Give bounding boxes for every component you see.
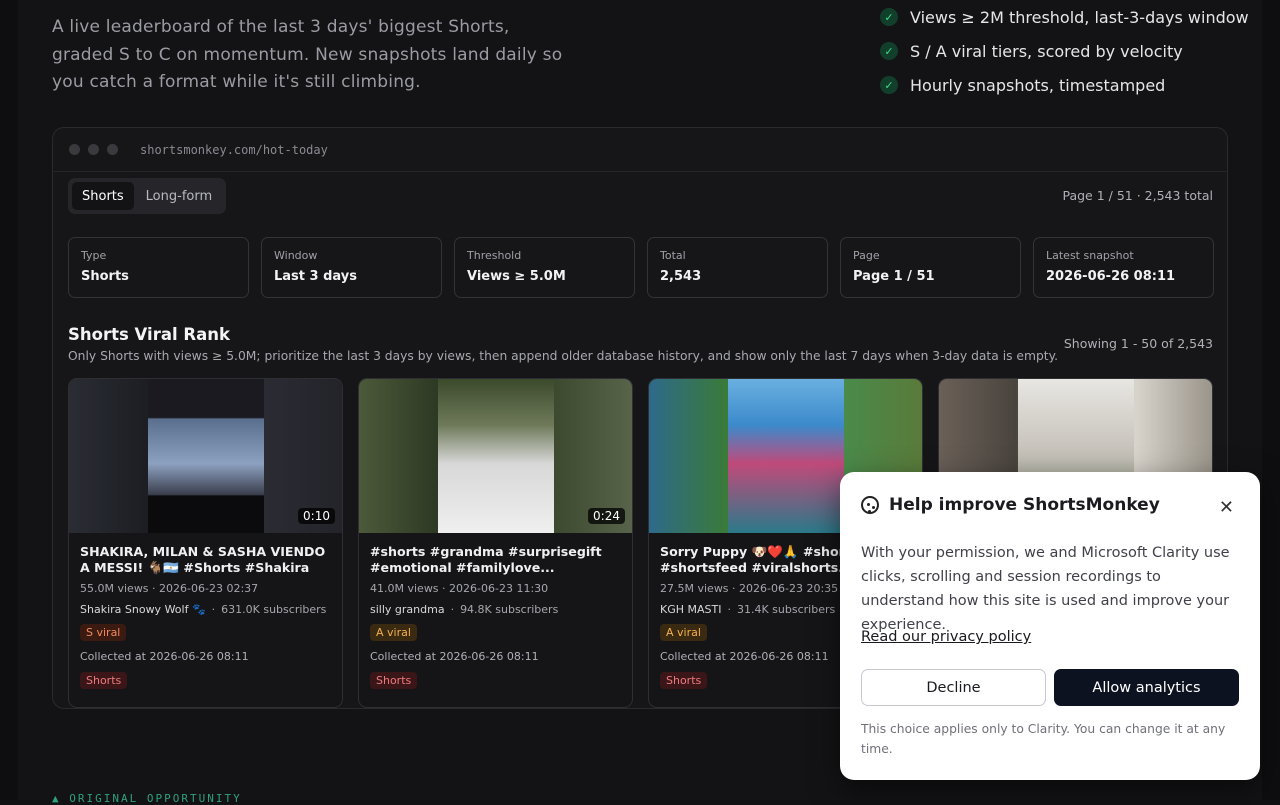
- check-icon: ✓: [880, 42, 898, 60]
- tier-badge: S viral: [80, 624, 127, 641]
- format-tabs: Shorts Long-form: [68, 178, 227, 214]
- channel-name[interactable]: KGH MASTI: [660, 603, 721, 616]
- stat-threshold: Threshold Views ≥ 5.0M: [454, 237, 635, 298]
- check-icon: ✓: [880, 76, 898, 94]
- browser-bar: shortsmonkey.com/hot-today: [53, 128, 1227, 172]
- collected-time: Collected at 2026-06-26 08:11: [370, 650, 539, 663]
- video-meta: 41.0M views · 2026-06-23 11:30: [370, 582, 549, 595]
- stats-row: Type Shorts Window Last 3 days Threshold Vi…: [68, 237, 1214, 298]
- window-dot: [107, 144, 118, 155]
- dialog-body: With your permission, we and Microsoft C…: [861, 545, 1230, 633]
- channel-name[interactable]: silly grandma: [370, 603, 445, 616]
- video-duration: 0:10: [298, 508, 335, 524]
- section-title: Shorts Viral Rank: [68, 325, 230, 344]
- collected-time: Collected at 2026-06-26 08:11: [80, 650, 249, 663]
- subscriber-count: 631.0K subscribers: [221, 603, 327, 616]
- dialog-header: Help improve ShortsMonkey: [861, 495, 1160, 515]
- video-meta: 55.0M views · 2026-06-23 02:37: [80, 582, 259, 595]
- section-label: ▲ ORIGINAL OPPORTUNITY: [52, 792, 242, 805]
- url-text: shortsmonkey.com/hot-today: [140, 142, 328, 157]
- video-duration: 0:24: [588, 508, 625, 524]
- feature-list: ✓ Views ≥ 2M threshold, last-3-days windo…: [880, 0, 1270, 102]
- stat-total: Total 2,543: [647, 237, 828, 298]
- feature-item: ✓ S / A viral tiers, scored by velocity: [880, 34, 1270, 68]
- format-tag: Shorts: [660, 672, 708, 689]
- dialog-buttons: Decline Allow analytics: [861, 669, 1239, 706]
- check-icon: ✓: [880, 8, 898, 26]
- video-thumbnail[interactable]: 0:10: [69, 379, 342, 533]
- subscriber-count: 31.4K subscribers: [736, 603, 836, 616]
- consent-dialog: Help improve ShortsMonkey ✕ With your pe…: [840, 472, 1260, 780]
- channel-name[interactable]: Shakira Snowy Wolf 🐾: [80, 603, 206, 616]
- video-card[interactable]: 0:24 #shorts #grandma #surprisegift #emo…: [358, 378, 633, 708]
- channel-row: silly grandma · 94.8K subscribers: [370, 603, 559, 616]
- video-card[interactable]: 0:10 SHAKIRA, MILAN & SASHA VIENDO A MES…: [68, 378, 343, 708]
- cookie-icon: [861, 496, 879, 514]
- dialog-note: This choice applies only to Clarity. You…: [861, 722, 1226, 756]
- section-subtitle: Only Shorts with views ≥ 5.0M; prioritiz…: [68, 349, 1059, 363]
- window-dot: [69, 144, 80, 155]
- stat-window: Window Last 3 days: [261, 237, 442, 298]
- video-thumbnail[interactable]: 0:24: [359, 379, 632, 533]
- tier-badge: A viral: [370, 624, 417, 641]
- feature-item: ✓ Hourly snapshots, timestamped: [880, 68, 1270, 102]
- allow-analytics-button[interactable]: Allow analytics: [1054, 669, 1239, 706]
- tab-shorts[interactable]: Shorts: [72, 182, 134, 210]
- page-info: Page 1 / 51 · 2,543 total: [1062, 188, 1213, 203]
- subscriber-count: 94.8K subscribers: [460, 603, 559, 616]
- intro-text: A live leaderboard of the last 3 days' b…: [52, 17, 563, 92]
- decline-button[interactable]: Decline: [861, 669, 1046, 706]
- feature-item: ✓ Views ≥ 2M threshold, last-3-days windo…: [880, 0, 1270, 34]
- stat-type: Type Shorts: [68, 237, 249, 298]
- tab-long-form[interactable]: Long-form: [136, 182, 222, 210]
- privacy-policy-link[interactable]: Read our privacy policy: [861, 629, 1031, 645]
- stat-page: Page Page 1 / 51: [840, 237, 1021, 298]
- video-title[interactable]: #shorts #grandma #surprisegift #emotiona…: [370, 544, 621, 576]
- format-tag: Shorts: [370, 672, 418, 689]
- showing-count: Showing 1 - 50 of 2,543: [1063, 336, 1213, 351]
- video-title[interactable]: SHAKIRA, MILAN & SASHA VIENDO A MESSI! 🐐…: [80, 544, 331, 576]
- window-dot: [88, 144, 99, 155]
- close-icon[interactable]: ✕: [1219, 497, 1234, 518]
- channel-row: Shakira Snowy Wolf 🐾 · 631.0K subscribers: [80, 603, 327, 616]
- tier-badge: A viral: [660, 624, 707, 641]
- format-tag: Shorts: [80, 672, 128, 689]
- stat-latest-snapshot: Latest snapshot 2026-06-26 08:11: [1033, 237, 1214, 298]
- dialog-title: Help improve ShortsMonkey: [889, 495, 1160, 515]
